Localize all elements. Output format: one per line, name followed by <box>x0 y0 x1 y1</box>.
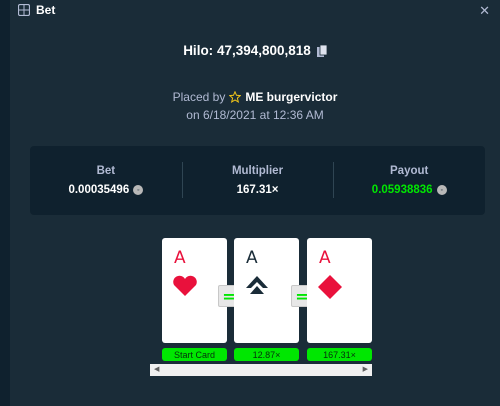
background-strip <box>0 0 10 406</box>
bet-icon <box>18 4 30 16</box>
diamond-icon <box>317 274 343 305</box>
username-link[interactable]: ME burgervictor <box>245 90 337 104</box>
bet-modal: Bet ✕ Hilo: 47,394,800,818 Placed by ME … <box>10 0 500 406</box>
bet-date: on 6/18/2021 at 12:36 AM <box>186 108 324 122</box>
game-name: Hilo: <box>183 43 214 58</box>
stat-payout-value-row: 0.05938836 ◦ <box>372 184 447 196</box>
horizontal-scrollbar[interactable]: ◀ ▶ <box>150 364 372 376</box>
stat-payout-value: 0.05938836 <box>371 184 433 196</box>
card-ace-diamonds: A <box>307 238 372 343</box>
bet-id: 47,394,800,818 <box>216 43 311 58</box>
bet-id-line: Hilo: 47,394,800,818 <box>10 43 500 58</box>
card-rank: A <box>174 248 186 268</box>
stat-bet: Bet 0.00035496 ◦ <box>30 146 182 215</box>
card-tag-start: Start Card <box>162 348 227 361</box>
card-rank: A <box>319 248 331 268</box>
stat-multiplier: Multiplier 167.31× <box>181 146 334 215</box>
stat-multiplier-value: 167.31× <box>236 184 279 196</box>
coin-icon: ◦ <box>133 185 144 195</box>
coin-icon: ◦ <box>436 185 447 195</box>
card-rank: A <box>246 248 258 268</box>
close-icon[interactable]: ✕ <box>479 3 490 19</box>
cards-area: A = A = A Start Card 12.87× 167.31× ◀ ▶ <box>150 238 372 378</box>
stat-bet-value-row: 0.00035496 ◦ <box>68 184 144 196</box>
modal-title: Bet <box>36 3 56 17</box>
stat-bet-value: 0.00035496 <box>68 184 130 196</box>
heart-icon <box>172 274 198 303</box>
scroll-left-icon[interactable]: ◀ <box>154 364 159 376</box>
card-ace-spades: A <box>234 238 299 343</box>
stat-payout: Payout 0.05938836 ◦ <box>333 146 485 215</box>
stat-multiplier-label: Multiplier <box>231 165 284 177</box>
spade-icon <box>244 274 270 303</box>
stat-bet-label: Bet <box>96 165 116 177</box>
card-tag-multiplier: 12.87× <box>234 348 299 361</box>
star-icon <box>229 91 242 103</box>
copy-icon[interactable] <box>316 44 327 57</box>
modal-header: Bet <box>10 0 500 20</box>
placed-by-line: Placed by ME burgervictor <box>10 90 500 104</box>
scroll-right-icon[interactable]: ▶ <box>363 364 368 376</box>
placed-by-label: Placed by <box>172 90 226 104</box>
card-tag-multiplier: 167.31× <box>307 348 372 361</box>
stats-panel: Bet 0.00035496 ◦ Multiplier 167.31× Payo… <box>30 146 485 215</box>
stat-payout-label: Payout <box>390 165 429 177</box>
